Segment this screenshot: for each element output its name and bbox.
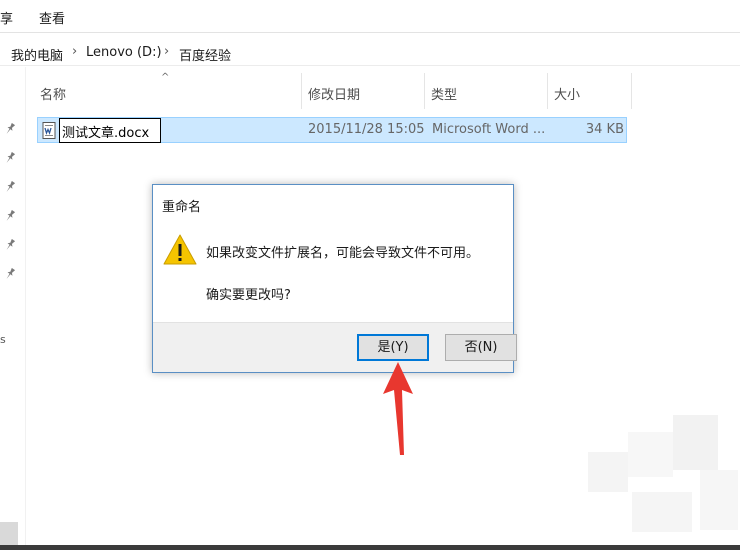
breadcrumb-separator-icon[interactable]: › [164, 44, 169, 59]
yes-button[interactable]: 是(Y) [357, 334, 429, 361]
word-document-icon [42, 122, 56, 139]
pin-icon[interactable] [5, 210, 15, 222]
dialog-message: 如果改变文件扩展名，可能会导致文件不可用。 [206, 246, 480, 261]
address-bar[interactable]: 我的电脑 › Lenovo (D:) › 百度经验 [0, 40, 740, 66]
column-divider[interactable] [301, 73, 302, 109]
background-block [632, 492, 692, 532]
navigation-pane: s [0, 67, 26, 550]
nav-item-label[interactable]: s [0, 333, 6, 346]
warning-icon [163, 234, 197, 265]
pin-icon[interactable] [5, 181, 15, 193]
breadcrumb-separator-icon[interactable]: › [72, 44, 77, 59]
rename-dialog: 重命名 如果改变文件扩展名，可能会导致文件不可用。 确实要更改吗? 是(Y) 否… [152, 184, 517, 373]
file-modified-date: 2015/11/28 15:05 [308, 122, 425, 137]
background-block [700, 470, 738, 530]
annotation-arrow-icon [383, 362, 413, 455]
column-header-type[interactable]: 类型 [431, 84, 457, 103]
background-block [588, 452, 628, 492]
background-block [628, 432, 673, 477]
pin-icon[interactable] [5, 239, 15, 251]
file-row-selected[interactable]: 测试文章.docx 2015/11/28 15:05 Microsoft Wor… [37, 117, 627, 143]
column-header-row: 名称 修改日期 类型 大小 [28, 73, 632, 111]
bottom-edge [0, 545, 740, 550]
pin-icon[interactable] [5, 152, 15, 164]
background-block [673, 415, 718, 470]
column-header-name[interactable]: 名称 [40, 84, 66, 103]
dialog-question: 确实要更改吗? [206, 288, 291, 303]
dialog-title: 重命名 [162, 200, 202, 215]
rename-input[interactable]: 测试文章.docx [59, 118, 161, 143]
column-header-date[interactable]: 修改日期 [308, 84, 360, 103]
column-divider[interactable] [631, 73, 632, 109]
dialog-footer: 是(Y) 否(N) [153, 322, 517, 372]
ribbon-menubar: 享 查看 [0, 0, 740, 33]
breadcrumb-folder[interactable]: 百度经验 [179, 45, 231, 64]
no-button[interactable]: 否(N) [445, 334, 517, 361]
pin-icon[interactable] [5, 123, 15, 135]
file-size: 34 KB [585, 122, 624, 137]
column-divider[interactable] [547, 73, 548, 109]
menu-view[interactable]: 查看 [39, 8, 65, 27]
pin-icon[interactable] [5, 268, 15, 280]
menu-share[interactable]: 享 [0, 8, 13, 27]
file-type: Microsoft Word ... [432, 122, 546, 137]
breadcrumb-drive[interactable]: Lenovo (D:) [86, 45, 162, 60]
breadcrumb-this-pc[interactable]: 我的电脑 [11, 45, 63, 64]
column-divider[interactable] [424, 73, 425, 109]
column-header-size[interactable]: 大小 [554, 84, 580, 103]
